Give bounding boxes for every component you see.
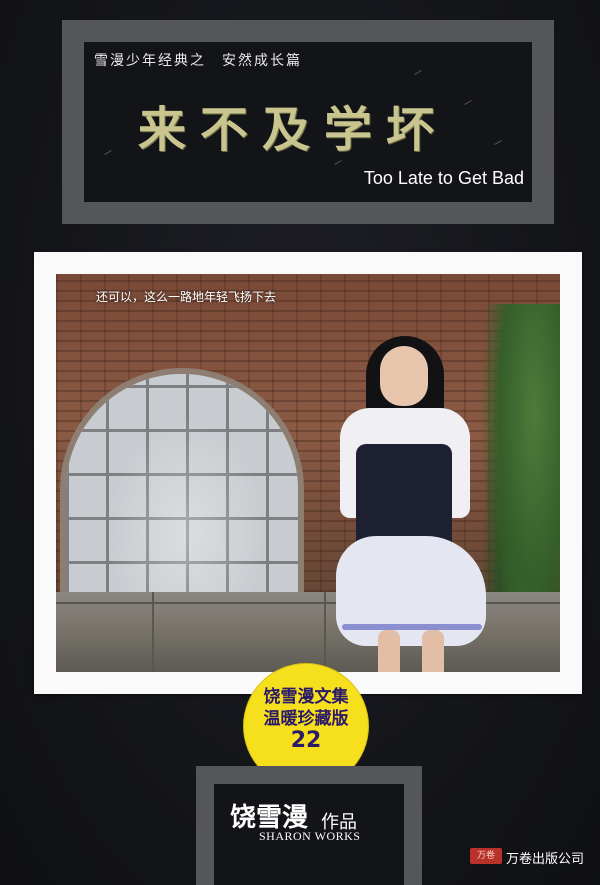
series-title: 雪漫少年经典之 安然成长篇 <box>94 53 302 69</box>
author-name-english: SHARON WORKS <box>259 829 361 843</box>
book-title-english: Too Late to Get Bad <box>363 168 524 188</box>
decor-speck <box>104 150 112 155</box>
publisher-logo-text: 万卷 <box>476 851 495 861</box>
decor-speck <box>334 160 342 165</box>
title-panel: 雪漫少年经典之 安然成长篇 来不及学坏 Too Late to Get Bad <box>84 42 532 202</box>
girl-leg <box>422 630 444 672</box>
publisher-logo: 万卷 <box>470 848 502 864</box>
book-title: 来不及学坏 <box>138 102 449 158</box>
book-cover: 雪漫少年经典之 安然成长篇 来不及学坏 Too Late to Get Bad … <box>0 0 600 885</box>
skirt-trim <box>342 624 482 630</box>
girl-leg <box>378 630 400 672</box>
badge-line-2: 温暖珍藏版 <box>263 709 349 729</box>
decor-speck <box>494 140 502 145</box>
photo-caption: 还可以，这么一路地年轻飞扬下去 <box>96 290 277 304</box>
badge-number: 22 <box>290 728 322 753</box>
cover-photo: 还可以，这么一路地年轻飞扬下去 <box>56 274 560 672</box>
badge-line-1: 饶雪漫文集 <box>263 687 349 707</box>
decor-speck <box>464 100 472 105</box>
decor-speck <box>414 70 422 75</box>
publisher-name: 万卷出版公司 <box>506 852 585 867</box>
girl-face <box>380 346 428 406</box>
